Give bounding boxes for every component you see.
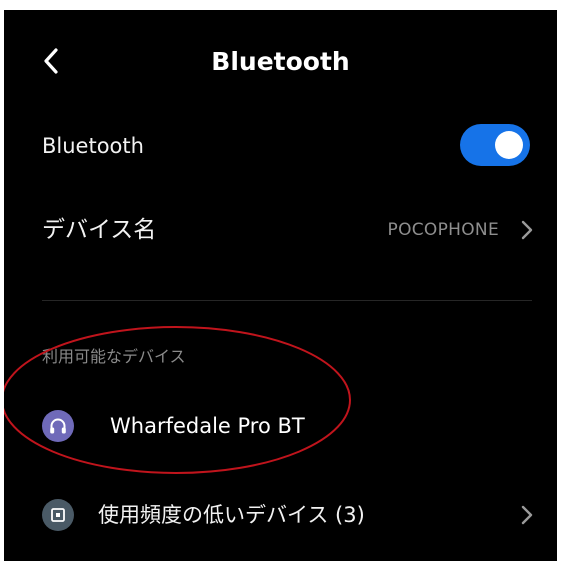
infrequent-devices-row[interactable]: 使用頻度の低いデバイス (3): [4, 490, 557, 540]
toggle-knob: [495, 131, 523, 159]
bluetooth-settings-screen: Bluetooth Bluetooth デバイス名 POCOPHONE 利用可能…: [4, 10, 557, 561]
device-name-text: Wharfedale Pro BT: [110, 414, 305, 438]
chevron-right-icon: [521, 220, 533, 240]
headphones-icon: [42, 410, 74, 442]
bluetooth-toggle-switch[interactable]: [460, 124, 530, 166]
device-name-value: POCOPHONE: [387, 220, 499, 240]
device-name-row[interactable]: デバイス名 POCOPHONE: [4, 206, 557, 254]
page-title: Bluetooth: [211, 47, 350, 76]
device-name-label: デバイス名: [42, 217, 157, 243]
chevron-right-icon: [521, 505, 533, 525]
header: Bluetooth: [4, 10, 557, 114]
available-devices-section-title: 利用可能なデバイス: [42, 347, 186, 366]
infrequent-devices-label: 使用頻度の低いデバイス (3): [98, 503, 365, 527]
device-icon: [42, 499, 74, 531]
available-device-item[interactable]: Wharfedale Pro BT: [4, 402, 557, 452]
section-divider: [42, 300, 532, 301]
bluetooth-toggle-row[interactable]: Bluetooth: [4, 120, 557, 172]
bluetooth-toggle-label: Bluetooth: [42, 134, 144, 158]
